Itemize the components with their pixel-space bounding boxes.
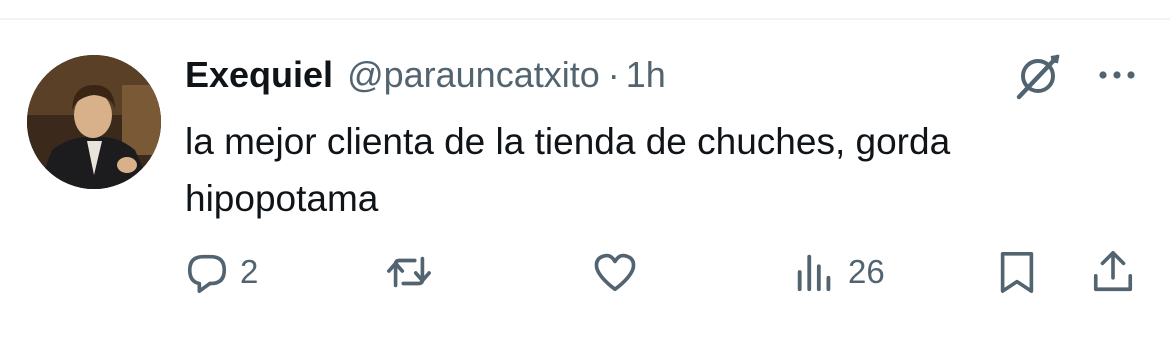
author-handle[interactable]: @parauncatxito: [347, 54, 600, 96]
view-count: 26: [848, 253, 885, 290]
reply-icon: [187, 254, 227, 293]
like-button[interactable]: [592, 248, 648, 296]
avatar[interactable]: [27, 55, 161, 189]
share-icon: [1093, 251, 1133, 292]
bookmark-button[interactable]: [994, 248, 1040, 296]
author-name[interactable]: Exequiel: [185, 54, 333, 96]
repost-button[interactable]: [386, 248, 442, 296]
views-button[interactable]: 26: [792, 248, 885, 296]
avatar-image: [27, 55, 161, 189]
separator-dot: ·: [607, 54, 620, 95]
more-icon[interactable]: [1093, 60, 1141, 90]
tweet-header: Exequiel @parauncatxito · 1h: [185, 52, 666, 98]
share-button[interactable]: [1090, 248, 1136, 296]
grok-icon[interactable]: [1014, 52, 1062, 100]
reply-button[interactable]: 2: [184, 248, 258, 296]
like-icon: [594, 253, 636, 292]
bookmark-icon: [1000, 251, 1034, 293]
top-divider: [0, 18, 1170, 20]
timestamp[interactable]: 1h: [626, 54, 666, 96]
views-icon: [797, 254, 831, 292]
reply-count: 2: [240, 253, 259, 290]
repost-icon: [387, 256, 431, 288]
tweet-text: la mejor clienta de la tienda de chuches…: [185, 121, 951, 219]
